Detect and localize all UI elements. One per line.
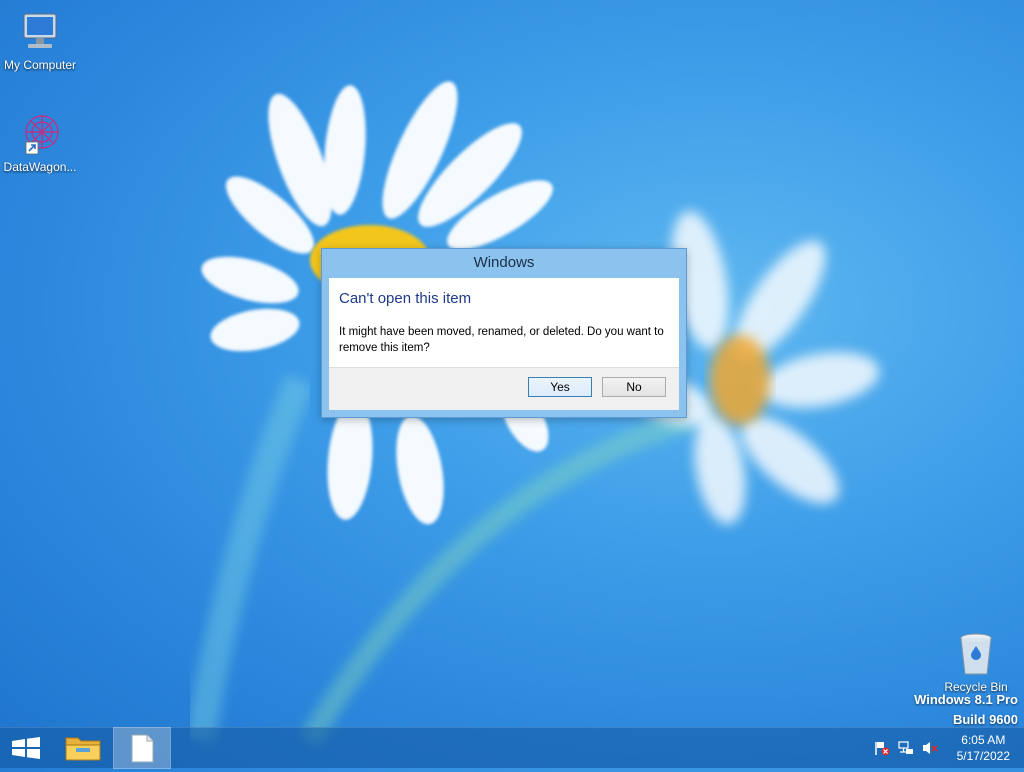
dialog-title: Windows: [473, 254, 535, 271]
dialog-heading: Can't open this item: [339, 290, 472, 307]
desktop-icon-label: DataWagon...: [3, 160, 77, 174]
action-center-flag-icon: [875, 742, 890, 756]
datawagon-icon: [16, 110, 64, 158]
speaker-muted-icon: [923, 742, 938, 754]
dialog-body: Can't open this item It might have been …: [329, 278, 679, 410]
desktop-icon-label: My Computer: [3, 58, 77, 72]
os-edition: Windows 8.1 Pro: [914, 692, 1018, 707]
network-icon: [898, 741, 913, 754]
computer-icon: [16, 8, 64, 56]
desktop-icon-datawagon[interactable]: DataWagon...: [0, 110, 80, 174]
no-button[interactable]: No: [602, 377, 666, 397]
yes-button[interactable]: Yes: [528, 377, 592, 397]
desktop-icon-recycle-bin[interactable]: Recycle Bin: [936, 630, 1016, 694]
file-explorer-icon: [65, 737, 101, 761]
desktop-icon-my-computer[interactable]: My Computer: [0, 8, 80, 72]
error-dialog: Windows Can't open this item It might ha…: [321, 248, 687, 418]
taskbar-blank-document[interactable]: [113, 727, 171, 769]
tray-volume[interactable]: [922, 740, 938, 756]
blank-document-icon: [131, 734, 154, 763]
dialog-footer: Yes No: [329, 367, 679, 410]
tray-action-center[interactable]: [874, 740, 890, 756]
dialog-message: It might have been moved, renamed, or de…: [339, 326, 664, 354]
start-button[interactable]: [0, 728, 56, 768]
taskbar: 6:05 AM 5/17/2022: [0, 727, 1024, 769]
taskbar-file-explorer[interactable]: [56, 728, 112, 768]
os-watermark: Windows 8.1 Pro Build 9600: [914, 690, 1018, 730]
clock-date: 5/17/2022: [956, 749, 1010, 763]
clock-time: 6:05 AM: [961, 733, 1006, 747]
recycle-bin-icon: [952, 630, 1000, 678]
windows-start-icon: [12, 737, 40, 759]
tray-network[interactable]: [898, 740, 914, 756]
system-clock[interactable]: 6:05 AM 5/17/2022: [957, 732, 1010, 764]
